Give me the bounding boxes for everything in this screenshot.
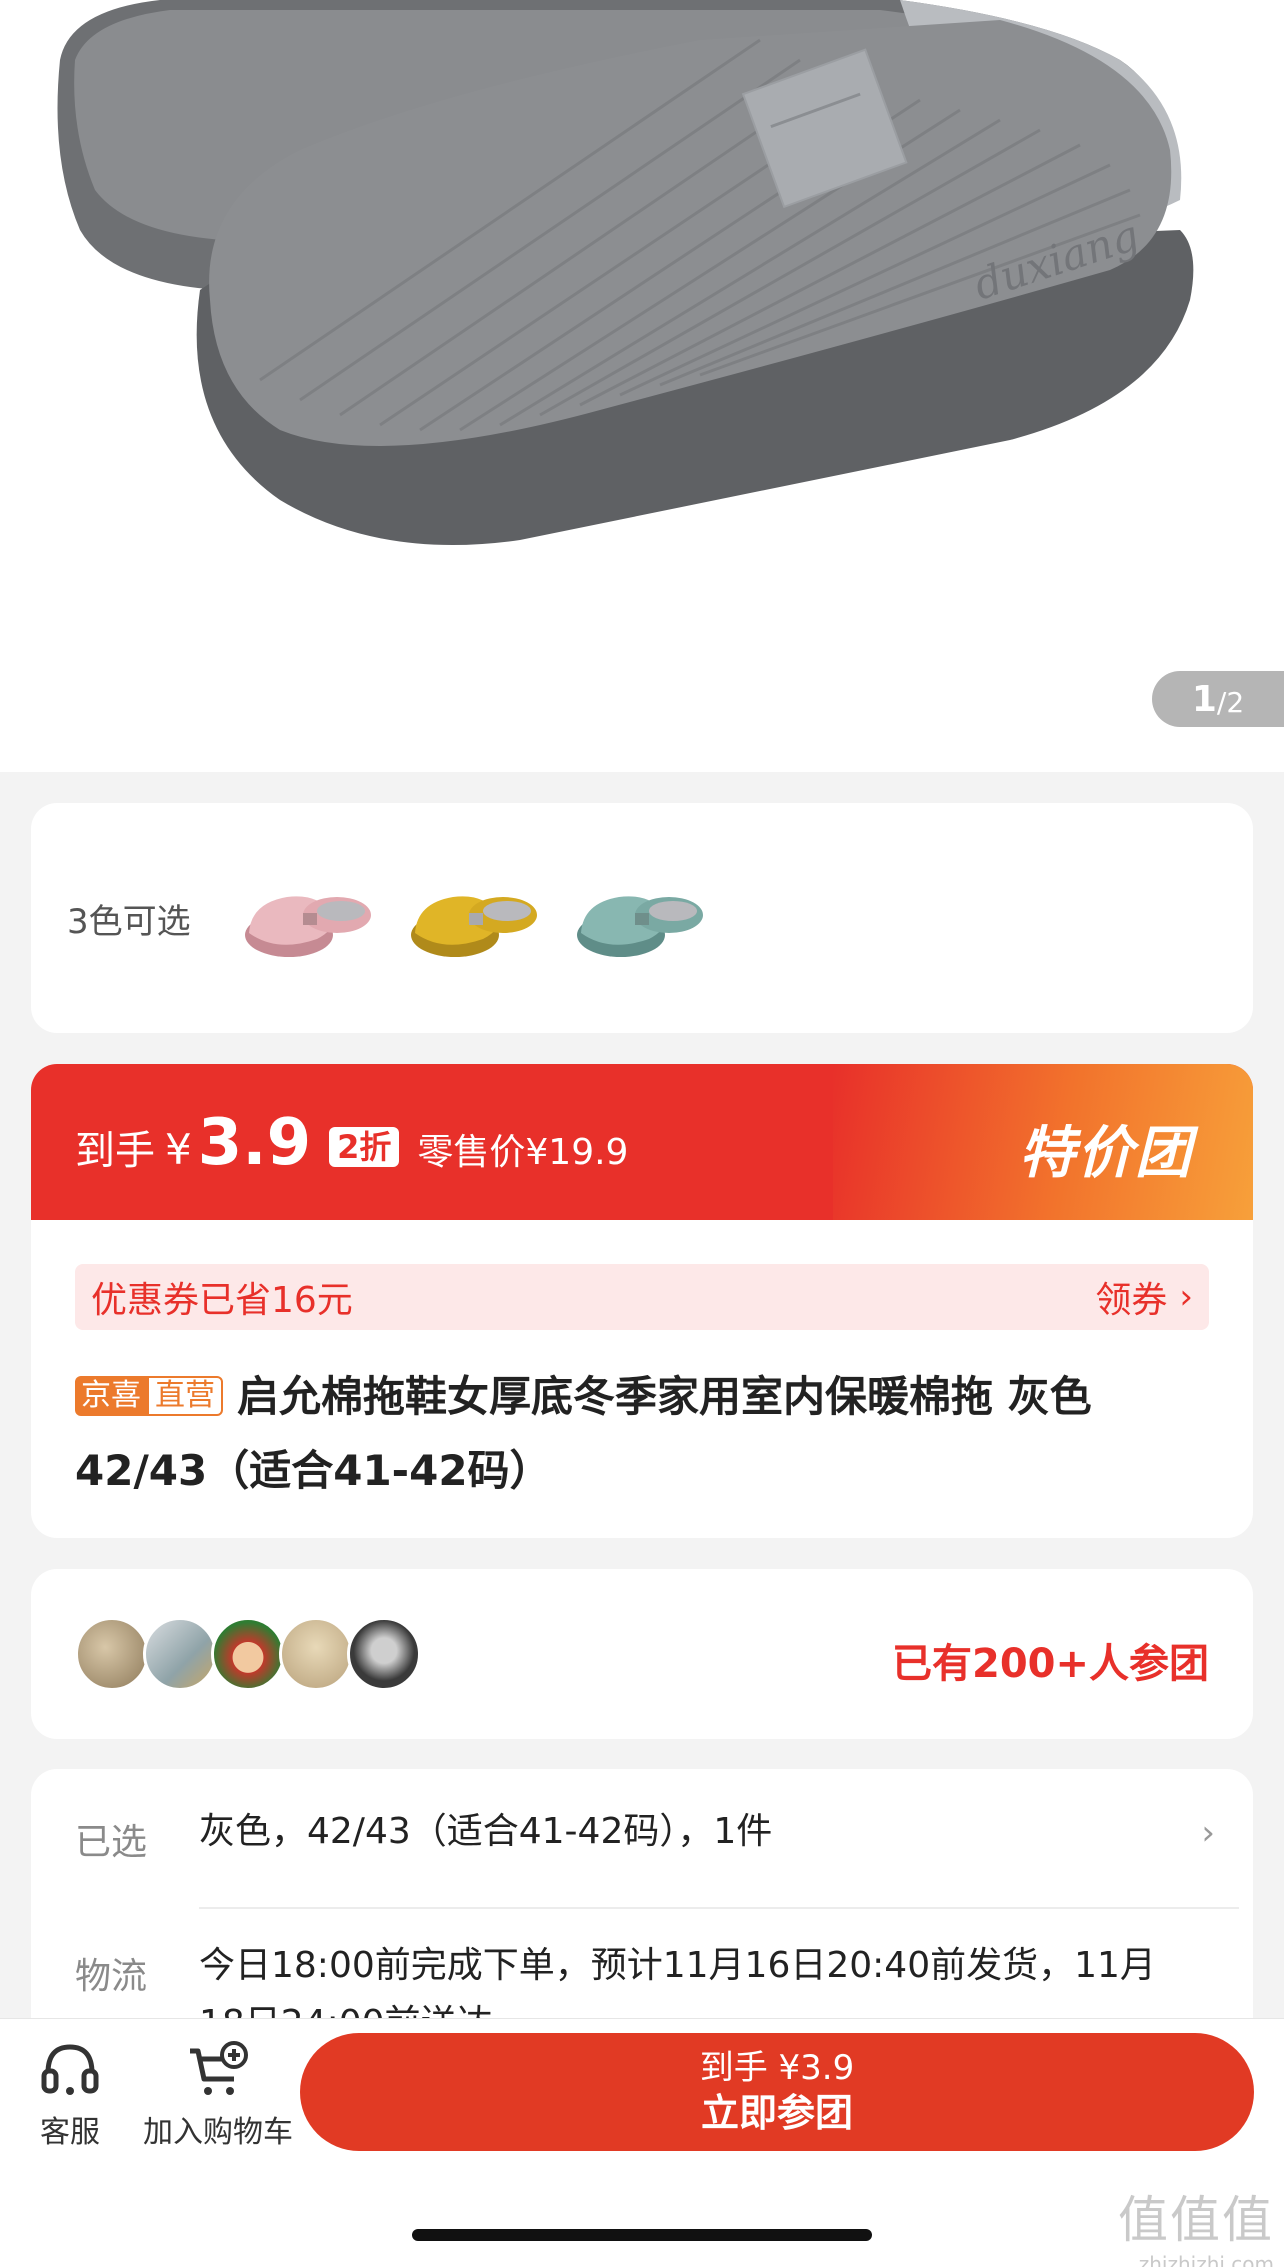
color-options-card: 3色可选 — [31, 803, 1253, 1033]
slipper-thumbnail-pink — [244, 896, 371, 957]
home-indicator — [412, 2229, 872, 2241]
headset-icon — [41, 2044, 99, 2095]
buy-price-line: 到手 ¥3.9 — [699, 2048, 855, 2088]
selected-value: 灰色，42/43（适合41-42码），1件 — [199, 1811, 773, 1852]
image-pager: 1 /2 — [1152, 671, 1284, 727]
self-operated-tag: 直营 — [147, 1376, 223, 1416]
selected-spec-row[interactable]: 已选 灰色，42/43（适合41-42码），1件 › — [75, 1811, 1215, 1873]
avatar — [279, 1617, 353, 1691]
price-banner: 到手 ¥ 3.9 2折 零售价¥19.9 特价团 — [31, 1064, 1253, 1220]
add-to-cart-button[interactable]: 加入购物车 — [138, 2039, 298, 2151]
group-buy-card[interactable]: 已有200+人参团 — [31, 1569, 1253, 1739]
cart-plus-icon — [190, 2041, 248, 2095]
retail-price: 零售价¥19.9 — [417, 1132, 629, 1173]
product-title: 京喜 直营 启允棉拖鞋女厚底冬季家用室内保暖棉拖 灰色 42/43（适合41-42码… — [75, 1360, 1215, 1508]
get-coupon-link[interactable]: 领券 › — [1095, 1271, 1193, 1323]
chevron-right-icon: › — [1201, 1813, 1215, 1853]
watermark-logo: 值值值 — [1118, 2191, 1274, 2249]
customer-service-label: 客服 — [40, 2115, 100, 2150]
product-title-text: 启允棉拖鞋女厚底冬季家用室内保暖棉拖 灰色 42/43（适合41-42码） — [75, 1372, 1092, 1495]
get-coupon-label: 领券 — [1095, 1280, 1168, 1321]
pager-total: /2 — [1216, 685, 1245, 719]
price-title-card: 到手 ¥ 3.9 2折 零售价¥19.9 特价团 优惠券已省16元 领券 › 京… — [31, 1064, 1253, 1538]
buy-action-line: 立即参团 — [700, 2091, 853, 2135]
pager-current: 1 — [1191, 678, 1217, 720]
avatar — [75, 1617, 149, 1691]
color-swatch-pink[interactable] — [237, 863, 377, 973]
selected-label: 已选 — [75, 1822, 148, 1863]
jingxi-tag: 京喜 — [75, 1376, 147, 1416]
price-prefix: 到手 — [75, 1128, 155, 1174]
price-value: 3.9 — [197, 1106, 312, 1180]
color-swatch-teal[interactable] — [569, 863, 709, 973]
slipper-image: duxiang — [57, 0, 1194, 545]
discount-badge: 2折 — [329, 1127, 400, 1167]
color-count-label: 3色可选 — [67, 901, 191, 942]
slipper-thumbnail-teal — [576, 896, 703, 957]
slipper-thumbnail-yellow — [410, 896, 537, 957]
avatar — [211, 1617, 285, 1691]
avatar — [347, 1617, 421, 1691]
divider — [199, 1907, 1239, 1909]
color-swatch-yellow[interactable] — [403, 863, 543, 973]
add-to-cart-label: 加入购物车 — [143, 2115, 293, 2150]
avatar — [143, 1617, 217, 1691]
join-group-button[interactable]: 到手 ¥3.9 立即参团 — [300, 2033, 1254, 2151]
customer-service-button[interactable]: 客服 — [30, 2039, 110, 2151]
logistics-label: 物流 — [75, 1956, 148, 1997]
price-currency: ¥ — [165, 1125, 192, 1174]
coupon-bar[interactable]: 优惠券已省16元 领券 › — [75, 1264, 1209, 1330]
group-joined-count: 已有200+人参团 — [891, 1641, 1209, 1687]
product-image-carousel[interactable]: duxiang 1 /2 — [0, 0, 1284, 772]
tejiatuan-logo: 特价团 — [1019, 1121, 1193, 1186]
watermark-url: zhizhizhi.com — [1138, 2252, 1274, 2267]
watermark: 值值值 zhizhizhi.com — [1118, 2180, 1274, 2267]
coupon-saved-text: 优惠券已省16元 — [91, 1280, 353, 1321]
chevron-right-icon: › — [1179, 1277, 1193, 1317]
